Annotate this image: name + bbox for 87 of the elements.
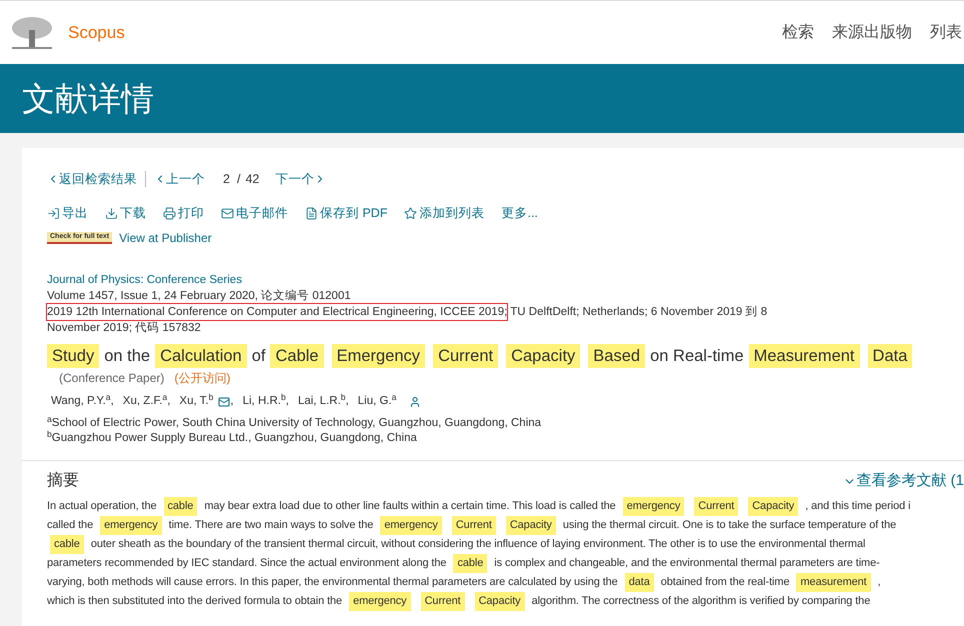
- affiliation: $^{a}$School of Electric Power, South China University of Technology, Guangzhou, Guangdong, China: [47, 416, 542, 430]
- text-span: , and this time period i: [805, 499, 910, 514]
- action-link[interactable]: 添加到列表: [404, 204, 484, 222]
- page-number: 2: [223, 170, 230, 188]
- highlighted-word: measurement: [796, 573, 871, 592]
- action-link[interactable]: 更多...: [501, 204, 538, 222]
- author-link[interactable]: Xu, T.$^{b}$: [179, 393, 214, 411]
- nav-link[interactable]: 检索: [782, 20, 814, 44]
- text-span: of: [252, 346, 266, 367]
- abstract-heading: 摘要: [47, 470, 79, 491]
- highlighted-word: Study: [47, 344, 100, 368]
- volume-info: Volume 1457, Issue 1, 24 February 2020, 论文编号 012001: [47, 288, 351, 304]
- document-icon: [305, 206, 318, 220]
- highlighted-word: emergency: [622, 497, 684, 516]
- conference-name: 2019 12th International Conference on Computer and Electrical Engineering, ICCEE 2019;: [47, 304, 508, 320]
- highlighted-word: Current: [452, 516, 496, 535]
- text-span: varying, both methods will cause errors. In this paper, the environmental thermal parameters are calculated by using the: [47, 575, 618, 590]
- star-icon: [404, 206, 418, 220]
- journal-link[interactable]: Journal of Physics: Conference Series: [47, 272, 242, 288]
- highlighted-word: data: [624, 573, 654, 592]
- download-icon: [105, 206, 118, 220]
- text-span: is complex and changeable, and the environmental thermal parameters are time-: [494, 556, 880, 571]
- next-link[interactable]: 下一个: [275, 170, 326, 188]
- action-link[interactable]: 保存到 PDF: [305, 204, 388, 222]
- publisher-link[interactable]: View at Publisher: [119, 229, 212, 247]
- highlighted-word: Cable: [270, 344, 324, 368]
- page-total: 42: [245, 170, 260, 188]
- text-span: ,: [878, 575, 881, 590]
- action-link[interactable]: 电子邮件: [221, 204, 288, 222]
- open-access-label: (公开访问): [174, 370, 230, 387]
- tree-logo-icon: [10, 16, 54, 50]
- text-span: called the: [47, 518, 94, 533]
- nav-link[interactable]: 来源出版物: [832, 20, 912, 44]
- action-link[interactable]: 下载: [105, 204, 146, 222]
- highlighted-word: cable: [50, 535, 84, 554]
- text-span: may bear extra load due to other line faults within a certain time. This load is called the: [204, 499, 616, 514]
- text-span: parameters recommended by IEC standard. Since the actual environment along the: [47, 556, 446, 571]
- highlighted-word: cable: [164, 497, 198, 516]
- conference-info: November 2019; 代码 157832: [47, 321, 201, 336]
- page-separator: /: [236, 170, 240, 188]
- back-link[interactable]: 返回检索结果: [47, 170, 137, 188]
- mail-icon: [221, 206, 234, 220]
- highlighted-word: Measurement: [748, 344, 860, 368]
- author-link[interactable]: Liu, G.$^{a}$: [358, 393, 396, 411]
- highlighted-word: cable: [453, 554, 488, 573]
- affiliation: $^{b}$Guangzhou Power Supply Bureau Ltd., Guangzhou, Guangdong, China: [47, 431, 417, 446]
- highlighted-word: Emergency: [332, 344, 426, 368]
- highlighted-word: Capacity: [748, 497, 798, 516]
- text-span: outer sheath as the boundary of the transient thermal circuit, without considering the influence of laying environment. The other is to use the environmental thermal: [90, 537, 866, 552]
- text-span: which is then substituted into the derived formula to obtain the: [47, 594, 342, 609]
- document-type: (Conference Paper): [59, 370, 164, 387]
- mail-icon[interactable]: [218, 396, 230, 408]
- text-span: using the thermal circuit. One is to take the surface temperature of the: [562, 518, 896, 533]
- highlighted-word: emergency: [380, 516, 442, 535]
- nav-link[interactable]: 列表: [930, 20, 962, 44]
- highlighted-word: emergency: [100, 516, 162, 535]
- author-link[interactable]: Li, H.R.$^{b}$,: [242, 393, 289, 411]
- text-span: In actual operation, the: [47, 499, 157, 514]
- author-link[interactable]: Xu, Z.F.$^{a}$,: [122, 393, 170, 411]
- highlighted-word: emergency: [349, 592, 411, 611]
- highlighted-word: Based: [588, 344, 646, 368]
- brand-name[interactable]: Scopus: [68, 20, 125, 46]
- text-span: on the: [104, 346, 150, 367]
- text-span: time. There are two main ways to solve the: [168, 518, 374, 533]
- highlighted-word: Current: [433, 344, 498, 368]
- action-link[interactable]: 导出: [47, 204, 88, 222]
- text-span: on Real-time: [650, 346, 744, 367]
- highlighted-word: Capacity: [474, 592, 525, 611]
- author-link[interactable]: Lai, L.R.$^{b}$,: [298, 393, 349, 411]
- person-icon[interactable]: [409, 396, 422, 408]
- references-link[interactable]: 查看参考文献 (1: [843, 470, 964, 492]
- highlighted-word: Calculation: [155, 344, 247, 368]
- conference-info: TU DelftDelft; Netherlands; 6 November 2019 到 8: [509, 304, 768, 320]
- text-span: algorithm. The correctness of the algorithm is verified by comparing the: [532, 594, 870, 609]
- previous-link[interactable]: 上一个: [154, 170, 205, 188]
- page-title: 文献详情: [22, 78, 154, 119]
- highlighted-word: Data: [868, 344, 912, 368]
- text-span: obtained from the real-time: [660, 575, 790, 590]
- highlighted-word: Current: [694, 497, 738, 516]
- highlighted-word: Current: [420, 592, 465, 611]
- author-link[interactable]: Wang, P.Y.$^{a}$,: [51, 393, 114, 411]
- highlighted-word: Capacity: [506, 516, 556, 535]
- printer-icon: [163, 206, 176, 220]
- highlighted-word: Capacity: [506, 344, 580, 368]
- action-link[interactable]: 打印: [163, 204, 204, 222]
- comma: ,: [230, 394, 234, 410]
- export-icon: [47, 206, 60, 220]
